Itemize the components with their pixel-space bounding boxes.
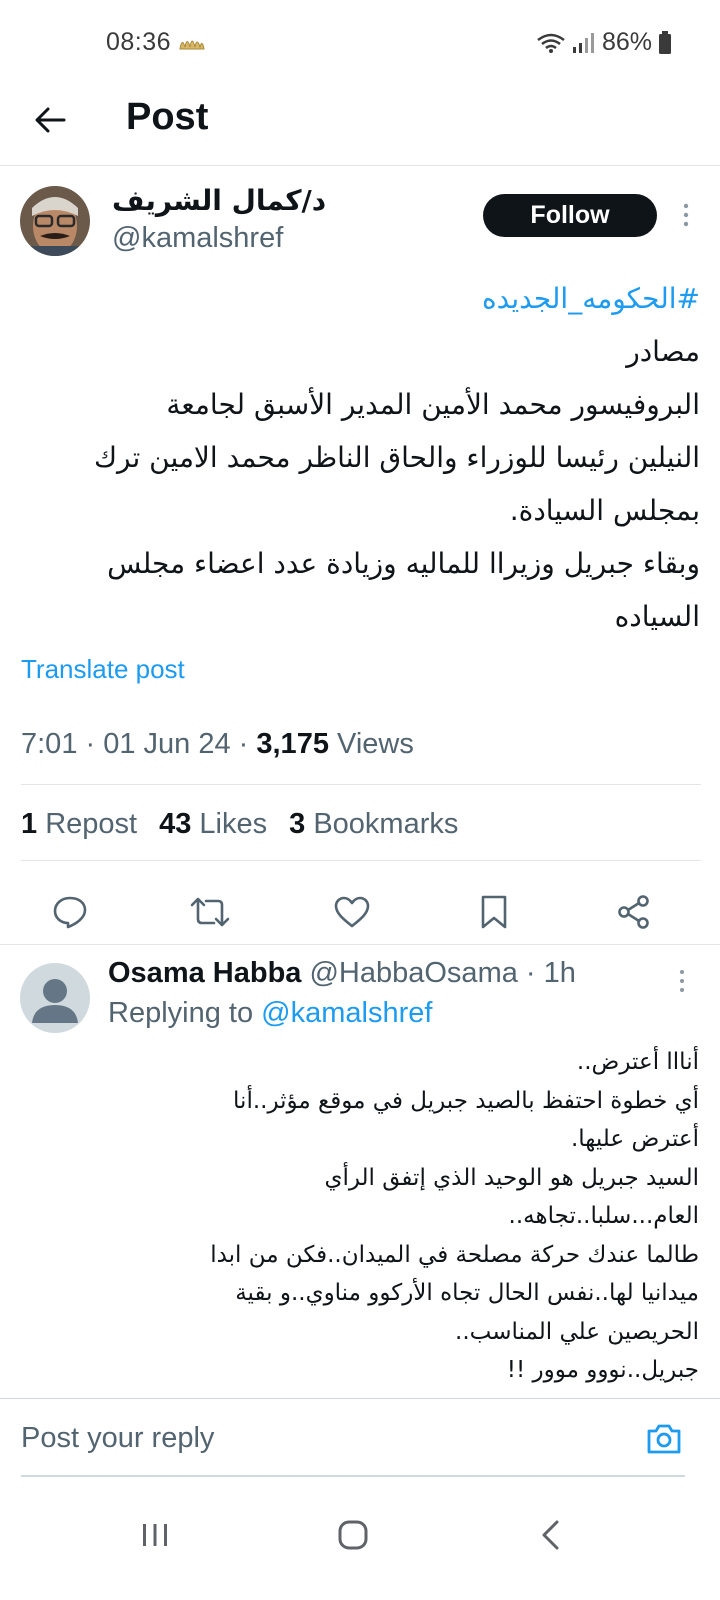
- reply-avatar[interactable]: [20, 963, 90, 1033]
- camera-icon[interactable]: [644, 1419, 684, 1459]
- post-text-line: النيلين رئيسا للوزراء والحاق الناظر محمد…: [93, 441, 700, 474]
- likes-stat[interactable]: 43 Likes: [159, 808, 267, 841]
- battery-percent: 86%: [601, 28, 652, 56]
- repost-button[interactable]: [190, 892, 230, 932]
- bookmarks-stat[interactable]: 3 Bookmarks: [289, 808, 458, 841]
- bookmark-button[interactable]: [474, 892, 514, 932]
- reply-composer: [0, 1398, 720, 1478]
- reply-header: Osama Habba @HabbaOsama · 1h: [108, 957, 576, 990]
- post-action-bar: [0, 876, 720, 946]
- reply-text-line: جبريل..نووو موور !!: [506, 1357, 699, 1383]
- post-text-line: مصادر: [626, 335, 700, 368]
- page-title: Post: [126, 96, 209, 138]
- reply-author-name[interactable]: Osama Habba: [108, 957, 301, 989]
- recent-apps-icon: [143, 1524, 167, 1546]
- signal-icon: [572, 32, 594, 53]
- more-options-icon[interactable]: [676, 200, 696, 230]
- avatar-image: [20, 186, 90, 256]
- reply-text: أنااا أعترض.. أي خطوة احتفظ بالصيد جبريل…: [109, 1043, 699, 1390]
- post-text-line: بمجلس السيادة.: [509, 494, 700, 527]
- reply-text-line: أنااا أعترض..: [576, 1049, 699, 1075]
- post-text: #الحكومه_الجديده مصادر البروفيسور محمد ا…: [20, 272, 700, 643]
- reply-item[interactable]: Osama Habba @HabbaOsama · 1h Replying to…: [0, 944, 720, 1383]
- back-button[interactable]: [30, 100, 70, 140]
- post-text-line: وبقاء جبريل وزيراا للماليه وزيادة عدد اع…: [107, 547, 700, 580]
- bookmark-icon: [481, 895, 507, 929]
- battery-icon: [659, 30, 671, 54]
- translate-post-link[interactable]: Translate post: [21, 654, 185, 685]
- recent-apps-button[interactable]: [130, 1510, 180, 1560]
- reply-text-line: السيد جبريل هو الوحيد الذي إتفق الرأي: [324, 1164, 699, 1191]
- reposts-stat[interactable]: 1 Repost: [21, 808, 137, 841]
- status-time: 08:36: [106, 28, 172, 56]
- post-timestamp: 7:01 · 01 Jun 24 ·: [21, 728, 257, 760]
- reply-text-line: طالما عندك حركة مصلحة في الميدان..فكن من…: [210, 1241, 699, 1268]
- reply-text-line: الحريصين علي المناسب..: [455, 1318, 699, 1345]
- back-icon: [542, 1520, 559, 1550]
- wifi-icon: [537, 33, 565, 53]
- share-icon: [618, 895, 649, 929]
- status-bar: 08:36 86%: [0, 0, 720, 88]
- post-text-line: السياده: [614, 600, 700, 633]
- reply-more-options-icon[interactable]: [672, 967, 692, 995]
- reply-icon: [53, 896, 87, 929]
- views-count: 3,175: [256, 728, 329, 760]
- system-nav-bar: [0, 1480, 720, 1600]
- post-text-line: البروفيسور محمد الأمين المدير الأسبق لجا…: [166, 388, 700, 421]
- author-handle[interactable]: @kamalshref: [112, 222, 283, 255]
- reply-author-handle[interactable]: @HabbaOsama · 1h: [309, 957, 575, 989]
- replying-mention-link[interactable]: @kamalshref: [261, 997, 432, 1029]
- like-icon: [334, 896, 370, 928]
- divider: [21, 860, 701, 861]
- home-icon: [338, 1520, 368, 1550]
- share-button[interactable]: [614, 892, 654, 932]
- divider: [21, 784, 701, 785]
- back-arrow-icon: [35, 107, 66, 133]
- reply-button[interactable]: [50, 892, 90, 932]
- default-avatar-icon: [32, 979, 78, 1023]
- reply-input[interactable]: [21, 1413, 621, 1463]
- status-right: 86%: [536, 28, 672, 57]
- hashtag-link[interactable]: #الحكومه_الجديده: [20, 272, 700, 325]
- system-back-button[interactable]: [526, 1510, 576, 1560]
- like-button[interactable]: [332, 892, 372, 932]
- post-meta: 7:01 · 01 Jun 24 · 3,175 Views: [21, 728, 414, 761]
- author-avatar[interactable]: [20, 186, 90, 256]
- post-stats: 1 Repost 43 Likes 3 Bookmarks: [21, 808, 458, 841]
- views-label: Views: [328, 728, 414, 760]
- repost-icon: [190, 897, 230, 927]
- reply-text-line: أعترض عليها.: [570, 1126, 699, 1152]
- author-name[interactable]: د/كمال الشريف: [112, 184, 326, 217]
- composer-underline: [21, 1475, 685, 1477]
- religious-emblem-icon: [179, 40, 205, 50]
- home-button[interactable]: [328, 1510, 378, 1560]
- follow-button[interactable]: Follow: [483, 194, 657, 237]
- top-app-bar: Post: [0, 88, 720, 166]
- reply-text-line: ميدانيا لها..نفس الحال تجاه الأركوو مناو…: [235, 1280, 699, 1306]
- replying-prefix: Replying to: [108, 997, 262, 1029]
- reply-text-line: أي خطوة احتفظ بالصيد جبريل في موقع مؤثر.…: [233, 1087, 699, 1114]
- replying-to: Replying to @kamalshref: [108, 997, 432, 1030]
- reply-text-line: العام...سلبا..تجاهه..: [508, 1203, 699, 1229]
